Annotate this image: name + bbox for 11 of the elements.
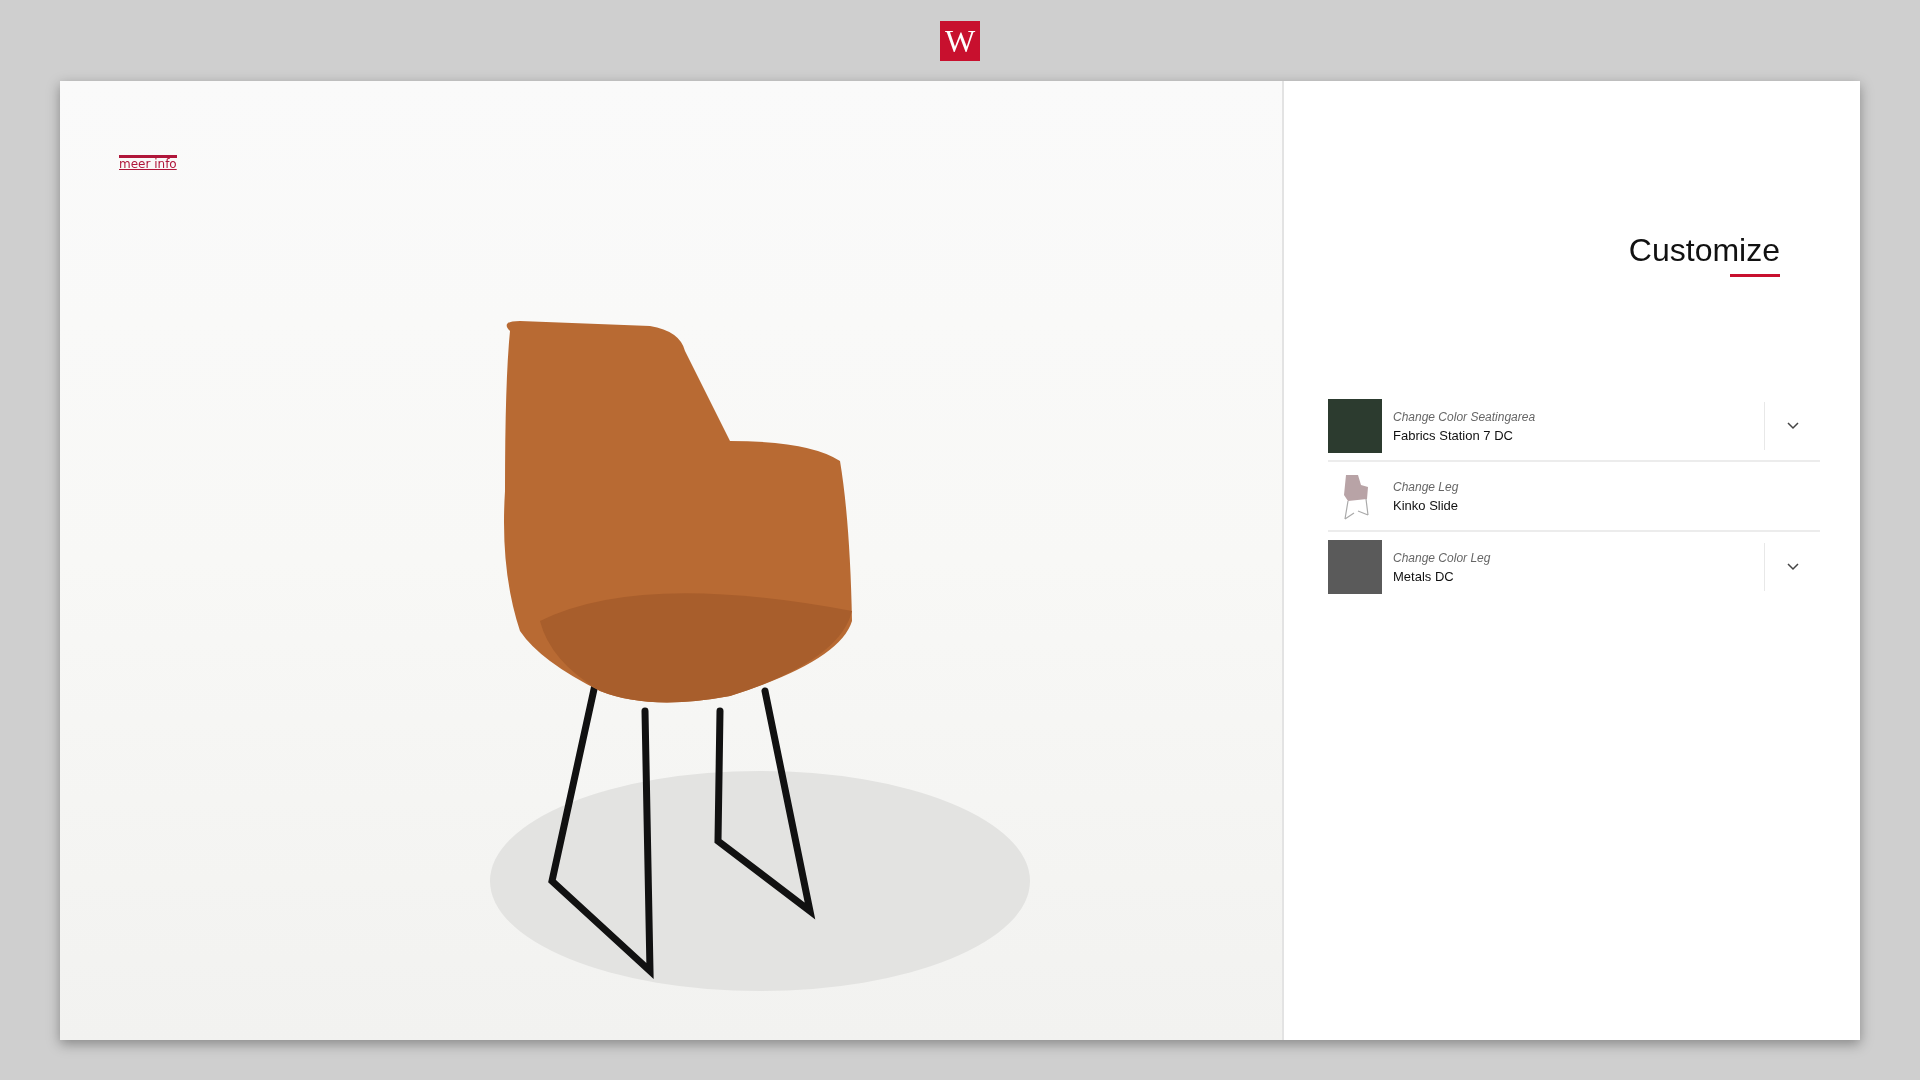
option-value: Metals DC xyxy=(1393,567,1455,586)
option-label: Change Color Seatingarea xyxy=(1393,408,1537,426)
chevron-down-icon xyxy=(1786,422,1799,431)
option-label: Change Color Leg xyxy=(1393,549,1492,567)
option-label: Change Leg xyxy=(1393,478,1460,496)
info-link[interactable]: meer info xyxy=(119,155,177,172)
logo: W xyxy=(940,21,980,61)
option-value: Kinko Slide xyxy=(1393,496,1460,515)
option-value: Fabrics Station 7 DC xyxy=(1393,426,1514,445)
chevron-down-icon xyxy=(1786,563,1799,572)
panel-title: Customize xyxy=(1628,231,1780,278)
